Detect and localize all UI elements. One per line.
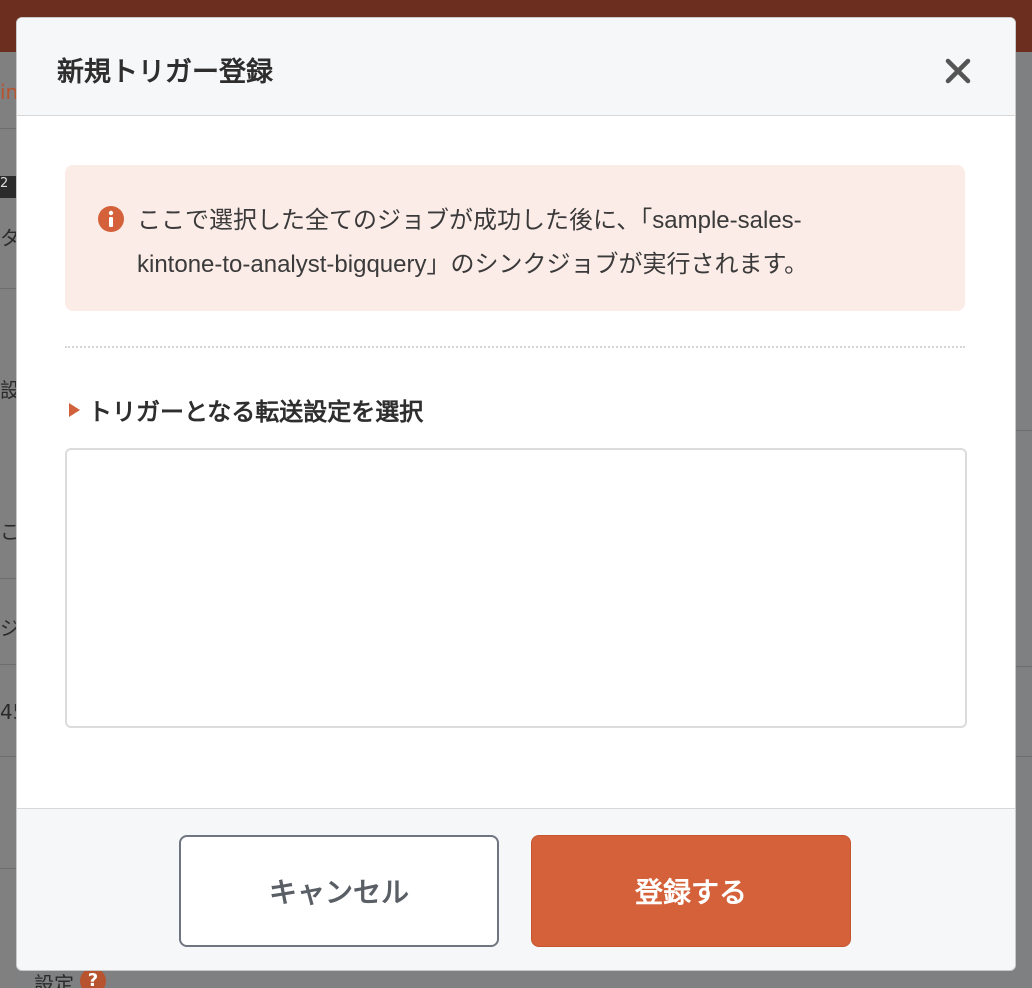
background-text-fragment: 設 bbox=[0, 378, 16, 402]
background-divider bbox=[0, 756, 16, 757]
background-divider bbox=[0, 578, 16, 579]
modal-header: 新規トリガー登録 bbox=[17, 18, 1015, 116]
background-divider bbox=[0, 128, 16, 129]
cancel-button[interactable]: キャンセル bbox=[179, 835, 499, 947]
background-text-fragment: こ bbox=[0, 520, 16, 544]
close-button[interactable] bbox=[939, 52, 977, 90]
background-divider bbox=[1016, 756, 1032, 757]
info-alert: ここで選択した全てのジョブが成功した後に、「sample-sales- kint… bbox=[65, 165, 965, 311]
background-divider bbox=[0, 664, 16, 665]
register-button[interactable]: 登録する bbox=[531, 835, 851, 947]
transfer-settings-select-list[interactable] bbox=[65, 448, 967, 728]
modal-body: ここで選択した全てのジョブが成功した後に、「sample-sales- kint… bbox=[17, 116, 1015, 808]
modal-title: 新規トリガー登録 bbox=[57, 57, 273, 87]
background-divider bbox=[1016, 430, 1032, 431]
close-icon bbox=[945, 58, 971, 84]
background-text-fragment: ジ bbox=[0, 616, 16, 640]
background-text-fragment: 45 bbox=[0, 700, 16, 724]
background-text-fragment: タ bbox=[0, 226, 16, 250]
dotted-divider bbox=[65, 346, 965, 348]
help-icon: ? bbox=[80, 968, 106, 988]
triangle-right-icon bbox=[69, 403, 80, 417]
background-divider bbox=[0, 288, 16, 289]
section-heading-label: トリガーとなる転送設定を選択 bbox=[88, 399, 424, 426]
modal-footer: キャンセル 登録する bbox=[17, 808, 1015, 970]
alert-message: ここで選択した全てのジョブが成功した後に、「sample-sales- kint… bbox=[137, 199, 937, 287]
trigger-registration-modal: 新規トリガー登録 ここで選択した全てのジョブが成功した後に、「sample-sa… bbox=[16, 17, 1016, 971]
alert-message-line: ここで選択した全てのジョブが成功した後に、「sample-sales- bbox=[137, 207, 802, 234]
background-divider bbox=[0, 868, 16, 869]
background-badge: 2 bbox=[0, 176, 16, 198]
info-icon bbox=[98, 206, 124, 232]
background-text-fragment: in bbox=[0, 80, 16, 104]
alert-message-line: kintone-to-analyst-bigquery」のシンクジョブが実行され… bbox=[137, 251, 809, 278]
background-divider bbox=[1016, 666, 1032, 667]
section-heading: トリガーとなる転送設定を選択 bbox=[69, 392, 423, 427]
background-settings-label: 設定? bbox=[0, 968, 160, 988]
